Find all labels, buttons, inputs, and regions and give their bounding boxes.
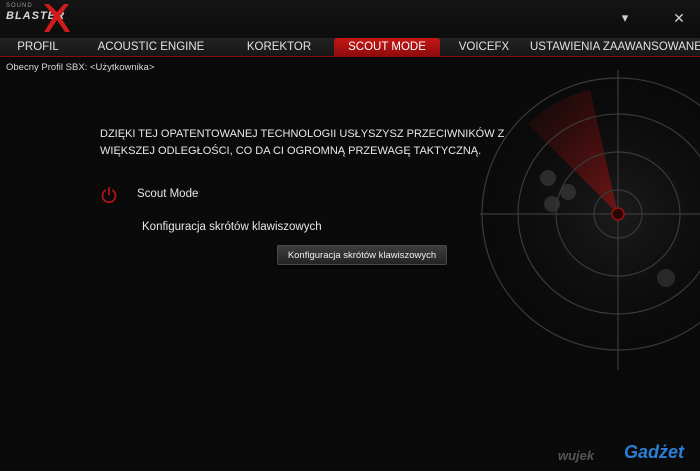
power-icon[interactable] — [100, 186, 118, 204]
minimize-button[interactable]: ▾ — [614, 8, 636, 28]
tab-acoustic-engine[interactable]: ACOUSTIC ENGINE — [90, 38, 212, 57]
tab-ustawienia-zaawansowane[interactable]: USTAWIENIA ZAAWANSOWANE — [530, 38, 700, 57]
tab-scout-mode[interactable]: SCOUT MODE — [334, 38, 440, 57]
close-button[interactable]: ✕ — [668, 8, 690, 28]
shortcut-config-label: Konfiguracja skrótów klawiszowych — [142, 221, 322, 233]
scout-mode-label: Scout Mode — [137, 188, 199, 200]
tab-bar: PROFIL ACOUSTIC ENGINE KOREKTOR SCOUT MO… — [0, 38, 700, 57]
watermark-logo: wujek Gadżet — [558, 440, 698, 468]
current-profile: Obecny Profil SBX: <Użytkownika> — [6, 62, 155, 73]
shortcut-config-button[interactable]: Konfiguracja skrótów klawiszowych — [277, 245, 447, 265]
tab-voicefx[interactable]: VOICEFX — [452, 38, 516, 57]
watermark-badge: Gadżet — [624, 442, 685, 462]
radar-graphic — [480, 70, 700, 370]
scout-mode-description: DZIĘKI TEJ OPATENTOWANEJ TECHNOLOGII USŁ… — [100, 128, 505, 157]
tab-profil[interactable]: PROFIL — [0, 38, 76, 57]
watermark-text: wujek — [558, 448, 595, 463]
title-bar: SOUND BLASTER ▾ ✕ — [0, 0, 700, 38]
app-logo: SOUND BLASTER — [6, 2, 70, 34]
logo-x-icon — [44, 4, 70, 32]
tab-korektor[interactable]: KOREKTOR — [236, 38, 322, 57]
logo-small-text: SOUND — [6, 3, 33, 9]
